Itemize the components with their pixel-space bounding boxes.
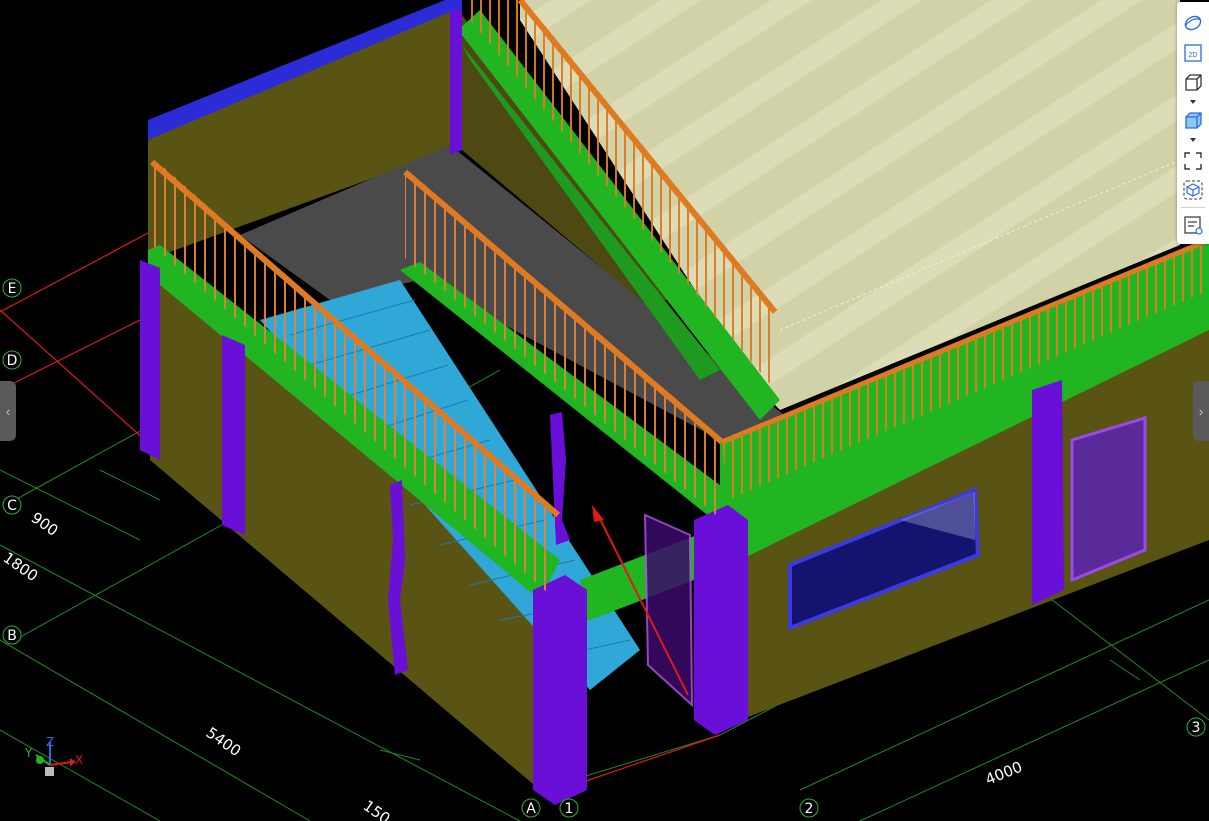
axis-z-label: Z [46, 735, 54, 749]
svg-text:2D: 2D [1189, 52, 1198, 59]
box-view-icon [1185, 74, 1202, 91]
chevron-left-icon: ‹ [5, 403, 11, 419]
dim-900: 900 [28, 509, 62, 540]
shaded-cube-icon [1185, 112, 1202, 129]
2d-view-button[interactable]: 2D [1180, 40, 1206, 66]
view-toolbar: 2D [1177, 2, 1209, 244]
fit-screen-button[interactable] [1180, 148, 1206, 174]
axis-gizmo: Z Y X [24, 735, 83, 776]
column-a1 [533, 575, 587, 805]
properties-icon [1184, 216, 1203, 235]
svg-text:2: 2 [805, 801, 814, 817]
svg-text:1: 1 [565, 801, 574, 817]
column-right [1032, 380, 1064, 605]
svg-text:B: B [7, 628, 17, 644]
properties-button[interactable] [1180, 212, 1206, 238]
cube-focus-icon [1183, 180, 1203, 200]
grid-bubble-a[interactable]: A [521, 798, 541, 818]
grid-bubble-c[interactable]: C [2, 495, 22, 515]
column-c [140, 260, 160, 460]
dim-5400: 5400 [203, 724, 245, 761]
grid-bubble-e[interactable]: E [2, 278, 22, 298]
orbit-icon [1184, 15, 1202, 31]
dim-1800: 1800 [0, 549, 41, 586]
svg-text:A: A [526, 801, 536, 817]
svg-text:C: C [7, 498, 17, 514]
grid-bubble-b[interactable]: B [2, 625, 22, 645]
render-mode-button[interactable] [1180, 108, 1206, 134]
left-panel-toggle[interactable]: ‹ [0, 381, 16, 441]
2d-view-icon: 2D [1184, 44, 1202, 62]
grid-bubble-d[interactable]: D [2, 350, 22, 370]
svg-text:D: D [7, 353, 18, 369]
axis-y-label: Y [24, 746, 33, 760]
toolbar-divider [1181, 207, 1205, 208]
grid-bubble-1[interactable]: 1 [559, 798, 579, 818]
grid-bubble-2[interactable]: 2 [799, 798, 819, 818]
column-back [450, 10, 462, 155]
caret-down-icon[interactable] [1187, 98, 1199, 106]
focus-model-button[interactable] [1180, 177, 1206, 203]
door-right [1070, 415, 1147, 583]
axis-x-label: X [75, 753, 83, 767]
caret-down-icon[interactable] [1187, 136, 1199, 144]
dim-4000: 4000 [983, 758, 1025, 789]
3d-view-button[interactable] [1180, 70, 1206, 96]
door-front [643, 513, 694, 708]
grid-bubble-3[interactable]: 3 [1186, 717, 1206, 737]
svg-text:E: E [8, 281, 17, 297]
orbit-button[interactable] [1180, 10, 1206, 36]
svg-text:3: 3 [1192, 720, 1201, 736]
fit-screen-icon [1184, 152, 1202, 170]
right-panel-toggle[interactable]: › [1193, 381, 1209, 441]
column-a2 [694, 505, 748, 735]
dim-150: 150 [360, 797, 394, 821]
chevron-right-icon: › [1198, 403, 1204, 419]
3d-viewport[interactable]: E D C B A 1 2 3 900 1800 5400 150 4000 Z… [0, 0, 1209, 821]
column-b [222, 335, 245, 535]
